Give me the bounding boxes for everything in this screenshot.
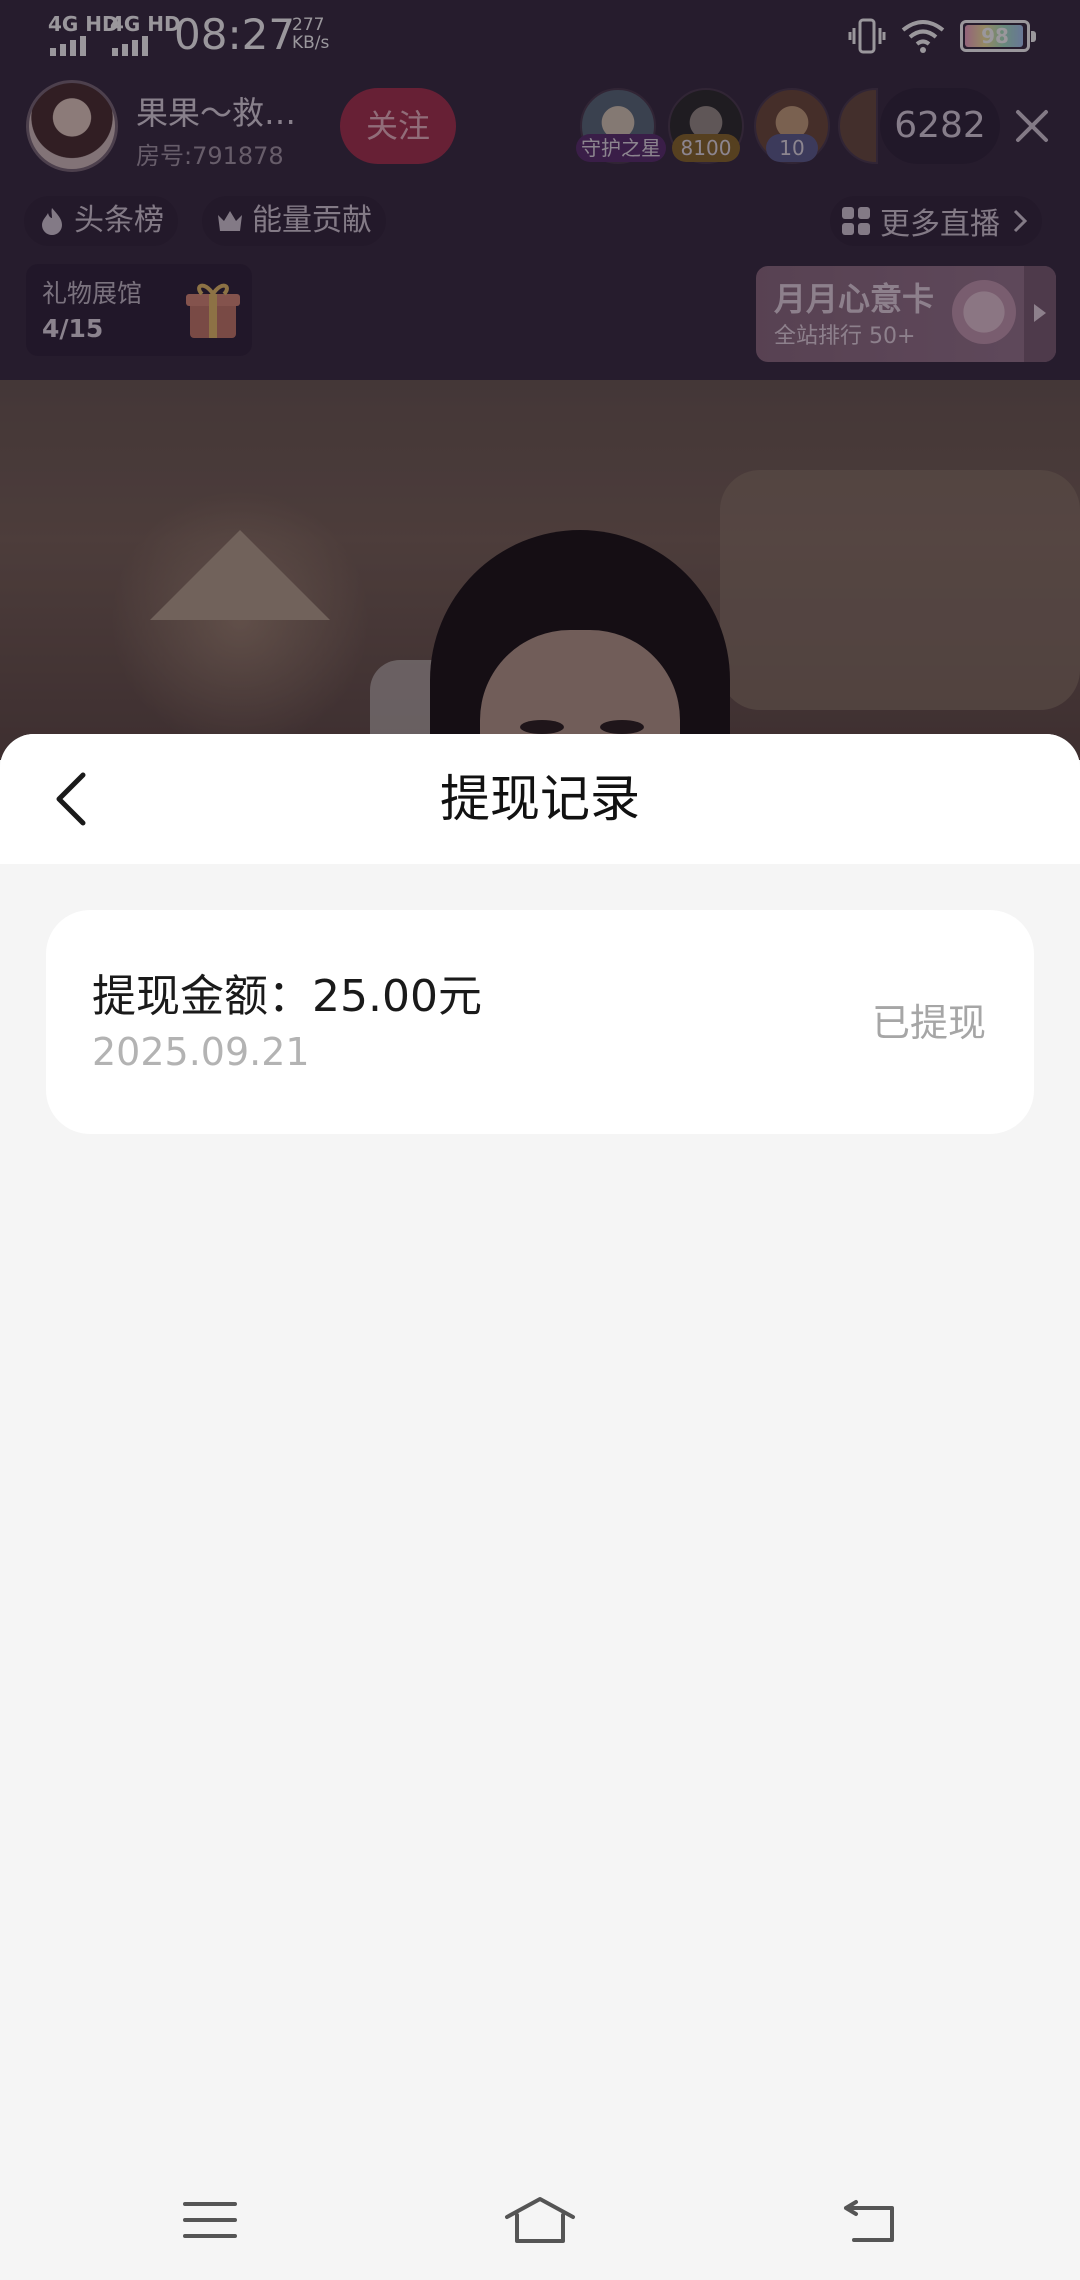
- withdrawal-records-sheet: 提现记录 提现金额：25.00元 2025.09.21 已提现: [0, 734, 1080, 2154]
- record-amount: 提现金额：25.00元: [92, 971, 482, 1022]
- dim-overlay[interactable]: [0, 0, 1080, 760]
- record-status: 已提现: [871, 1001, 986, 1045]
- menu-icon: [183, 2202, 237, 2238]
- withdrawal-record-item[interactable]: 提现金额：25.00元 2025.09.21 已提现: [46, 910, 1034, 1134]
- back-nav-button[interactable]: [830, 2192, 910, 2248]
- sheet-title: 提现记录: [440, 770, 640, 828]
- sheet-header: 提现记录: [0, 734, 1080, 864]
- menu-button[interactable]: [170, 2192, 250, 2248]
- system-nav-bar: [0, 2154, 1080, 2280]
- return-icon: [844, 2200, 894, 2242]
- record-date: 2025.09.21: [92, 1030, 310, 1074]
- live-room-background: 4G HD 4G HD 08:27 277 KB/s 98 果果～救… 房号:7…: [0, 0, 1080, 760]
- home-button[interactable]: [500, 2192, 580, 2248]
- home-icon: [505, 2197, 575, 2243]
